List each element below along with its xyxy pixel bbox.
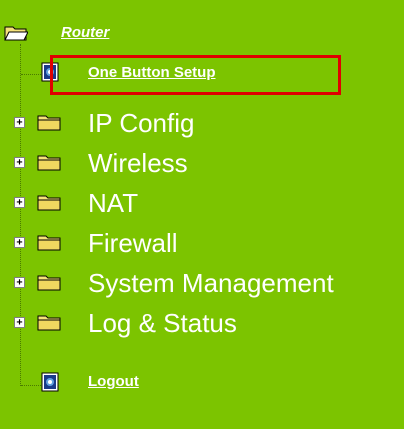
open-folder-icon[interactable]: [4, 24, 28, 42]
expand-plus-icon[interactable]: +: [14, 157, 25, 168]
tree-item-log-status[interactable]: Log & Status: [88, 308, 237, 338]
tree-root-router[interactable]: Router: [61, 24, 109, 41]
tree-item-wireless[interactable]: Wireless: [88, 148, 188, 178]
folder-icon[interactable]: [37, 273, 61, 291]
tree-connector: [21, 385, 43, 386]
expand-plus-icon[interactable]: +: [14, 197, 25, 208]
selection-highlight-box: [50, 55, 341, 95]
tree-item-system-management[interactable]: System Management: [88, 268, 334, 298]
folder-icon[interactable]: [37, 113, 61, 131]
tree-connector: [21, 74, 43, 75]
expand-plus-icon[interactable]: +: [14, 237, 25, 248]
folder-icon[interactable]: [37, 193, 61, 211]
navigation-panel: Router One Button Setup + IP Config + Wi…: [0, 0, 404, 429]
expand-plus-icon[interactable]: +: [14, 117, 25, 128]
tree-item-logout[interactable]: Logout: [88, 373, 139, 390]
folder-icon[interactable]: [37, 233, 61, 251]
expand-plus-icon[interactable]: +: [14, 317, 25, 328]
folder-icon[interactable]: [37, 153, 61, 171]
page-icon[interactable]: [41, 372, 59, 392]
expand-plus-icon[interactable]: +: [14, 277, 25, 288]
tree-item-ip-config[interactable]: IP Config: [88, 108, 194, 138]
navigation-tree: Router One Button Setup + IP Config + Wi…: [0, 0, 404, 429]
tree-guide-line: [20, 44, 21, 386]
folder-icon[interactable]: [37, 313, 61, 331]
tree-item-nat[interactable]: NAT: [88, 188, 138, 218]
tree-item-firewall[interactable]: Firewall: [88, 228, 178, 258]
